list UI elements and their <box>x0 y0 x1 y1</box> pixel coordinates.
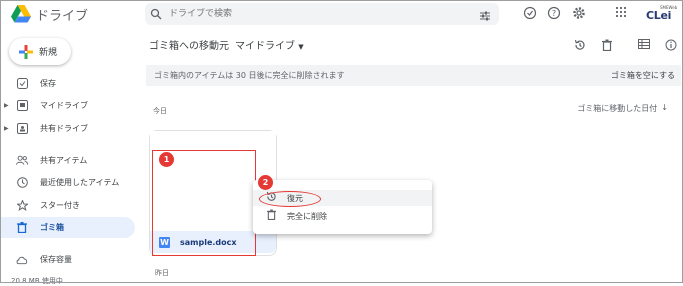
sidebar-item-label: 共有ドライブ <box>40 124 88 133</box>
sidebar-item-recent[interactable]: 最近使用したアイテム <box>0 172 135 193</box>
people-icon <box>16 155 28 167</box>
offline-status-icon[interactable] <box>522 6 538 22</box>
sidebar-item-trash[interactable]: ゴミ箱 <box>0 217 135 238</box>
breadcrumb-location-dropdown[interactable]: マイドライブ ▼ <box>235 37 304 52</box>
plus-icon <box>19 44 33 59</box>
expand-arrow-icon[interactable]: ▶ <box>4 102 9 109</box>
list-view-icon[interactable] <box>637 39 651 53</box>
new-button-label: 新規 <box>39 48 58 58</box>
trash-notice-bar: ゴミ箱内のアイテムは 30 日後に完全に削除されます ゴミ箱を空にする <box>146 65 681 86</box>
empty-trash-button[interactable]: ゴミ箱を空にする <box>611 70 675 81</box>
menu-item-delete-forever[interactable]: 完全に削除 <box>253 208 432 224</box>
trash-icon <box>16 222 28 234</box>
sidebar-item-starred[interactable]: スター付き <box>0 195 135 216</box>
search-input[interactable] <box>167 8 461 20</box>
section-today: 今日 <box>153 107 167 115</box>
sidebar-item-shared-drives[interactable]: ▶ 共有ドライブ <box>0 118 135 139</box>
sidebar-item-shared-with-me[interactable]: 共有アイテム <box>0 150 135 171</box>
sidebar-item-label: 共有アイテム <box>40 156 88 165</box>
sidebar-item-label: 保存容量 <box>40 255 72 264</box>
sort-label: ゴミ箱に移動した日付 <box>577 104 658 113</box>
trash-icon <box>265 209 277 223</box>
cloud-icon <box>16 254 28 266</box>
shared-drive-icon <box>16 123 28 135</box>
sort-control[interactable]: ゴミ箱に移動した日付 ↓ <box>577 103 668 114</box>
sidebar-item-storage[interactable]: 保存容量 <box>0 249 135 270</box>
my-drive-icon <box>16 100 28 112</box>
sort-direction-arrow-icon[interactable]: ↓ <box>661 103 668 114</box>
sidebar-item-label: スター付き <box>40 201 80 210</box>
apps-grid-icon[interactable] <box>613 6 629 22</box>
sidebar-item-label: 最近使用したアイテム <box>40 178 120 187</box>
clock-icon <box>16 177 28 189</box>
svg-text:?: ? <box>552 9 556 18</box>
star-icon <box>16 200 28 212</box>
account-brand-logo[interactable]: SMEWeb CLei <box>643 4 677 25</box>
sidebar-item-my-drive[interactable]: ▶ マイドライブ <box>0 95 135 116</box>
search-icon[interactable] <box>145 5 167 24</box>
settings-gear-icon[interactable] <box>571 6 587 22</box>
callout-badge-2: 2 <box>258 175 273 190</box>
search-options-icon[interactable] <box>479 7 491 26</box>
app-name: ドライブ <box>36 8 89 24</box>
callout-badge-1: 1 <box>159 152 174 167</box>
sidebar-item-save[interactable]: 保存 <box>0 73 135 94</box>
expand-arrow-icon[interactable]: ▶ <box>4 125 9 132</box>
section-yesterday: 昨日 <box>155 269 169 277</box>
sidebar-item-label: 保存 <box>40 79 56 88</box>
search-bar[interactable] <box>145 3 499 25</box>
drive-logo[interactable]: ドライブ <box>11 4 88 24</box>
brand-text: CLei <box>646 9 672 22</box>
callout-oval-restore <box>259 191 321 207</box>
info-icon[interactable] <box>664 39 678 53</box>
drive-logo-icon <box>11 5 31 23</box>
menu-item-label: 完全に削除 <box>287 211 327 221</box>
sidebar-item-label: マイドライブ <box>40 101 88 110</box>
checkbox-icon <box>16 78 28 90</box>
restore-history-icon[interactable] <box>573 39 587 53</box>
sidebar-item-label: ゴミ箱 <box>40 223 64 232</box>
context-menu: 復元 完全に削除 <box>253 180 432 234</box>
page-title: ゴミ箱への移動元 <box>149 41 229 52</box>
trash-notice-text: ゴミ箱内のアイテムは 30 日後に完全に削除されます <box>154 71 345 80</box>
help-icon[interactable]: ? <box>546 6 562 22</box>
storage-usage-text: 20.8 MB 使用中 <box>11 277 63 285</box>
breadcrumb: ゴミ箱への移動元 マイドライブ ▼ <box>149 37 304 52</box>
new-button[interactable]: 新規 <box>9 38 71 65</box>
delete-icon[interactable] <box>600 39 614 53</box>
